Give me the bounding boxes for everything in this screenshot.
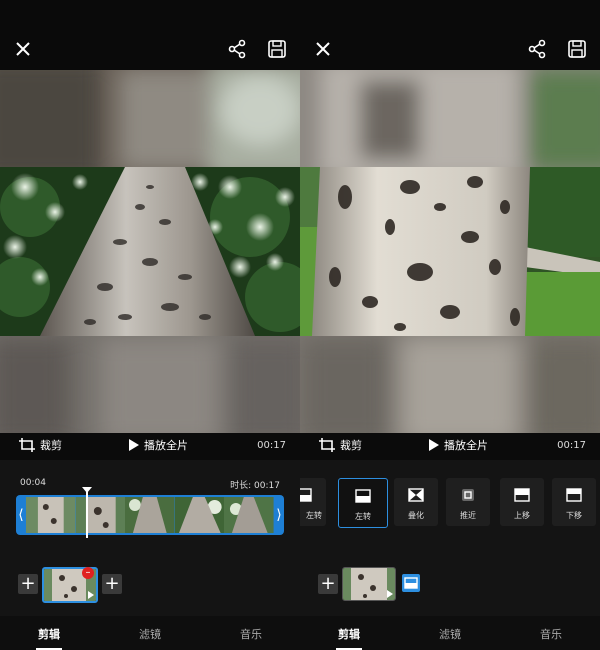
crop-label: 裁剪 bbox=[40, 439, 62, 452]
video-duration: 00:17 bbox=[257, 440, 286, 451]
transition-item[interactable]: 左转 bbox=[300, 478, 326, 526]
crop-button[interactable]: 裁剪 bbox=[18, 437, 62, 453]
preview-controls: 裁剪 播放全片 00:17 bbox=[0, 433, 300, 457]
tab-music[interactable]: 音乐 bbox=[540, 626, 562, 642]
crop-icon bbox=[19, 438, 35, 452]
play-all-label: 播放全片 bbox=[444, 439, 488, 452]
crop-icon bbox=[319, 438, 335, 452]
clip-frames bbox=[26, 497, 274, 533]
frame-thumbnail bbox=[224, 497, 274, 533]
total-duration: 时长: 00:17 bbox=[230, 481, 280, 491]
save-icon[interactable] bbox=[264, 36, 290, 62]
blurred-background-bottom bbox=[300, 336, 600, 433]
frame-thumbnail bbox=[125, 497, 175, 533]
video-preview bbox=[0, 70, 300, 433]
preview-controls: 裁剪 播放全片 00:17 bbox=[300, 433, 600, 457]
transition-item[interactable]: 推近 bbox=[446, 478, 490, 526]
transition-item[interactable]: 叠化 bbox=[394, 478, 438, 526]
blurred-background-bottom bbox=[0, 336, 300, 433]
close-icon[interactable] bbox=[310, 36, 336, 62]
slide-left-icon bbox=[355, 489, 371, 503]
transition-label: 下移 bbox=[566, 511, 582, 520]
transition-label: 左转 bbox=[355, 512, 371, 521]
close-icon[interactable] bbox=[10, 36, 36, 62]
transition-item[interactable]: 下移 bbox=[552, 478, 596, 526]
bark-closeup-photo bbox=[300, 167, 600, 336]
slide-up-icon bbox=[514, 488, 530, 502]
add-clip-button[interactable]: + bbox=[318, 574, 338, 594]
right-screen: 裁剪 播放全片 00:17 左转 左转 叠化 推近 上移 下移 + 剪辑 滤镜 … bbox=[300, 0, 600, 650]
add-clip-after-button[interactable]: + bbox=[102, 574, 122, 594]
slide-down-icon bbox=[566, 488, 582, 502]
top-bar bbox=[300, 0, 600, 70]
play-icon bbox=[429, 439, 439, 451]
video-duration: 00:17 bbox=[557, 440, 586, 451]
left-screen: 裁剪 播放全片 00:17 00:04 时长: 00:17 ⟨ ⟩ + – + … bbox=[0, 0, 300, 650]
play-icon bbox=[129, 439, 139, 451]
transition-marker-icon[interactable] bbox=[402, 574, 420, 592]
bottom-tab-bar: 剪辑 滤镜 音乐 bbox=[300, 616, 600, 650]
tab-edit[interactable]: 剪辑 bbox=[338, 626, 360, 642]
bottom-tab-bar: 剪辑 滤镜 音乐 bbox=[0, 616, 300, 650]
play-all-label: 播放全片 bbox=[144, 439, 188, 452]
clip-thumbnail[interactable] bbox=[342, 567, 396, 601]
play-all-button[interactable]: 播放全片 bbox=[128, 437, 188, 453]
blurred-background-top bbox=[300, 70, 600, 167]
dissolve-icon bbox=[408, 488, 424, 502]
tab-filter[interactable]: 滤镜 bbox=[439, 626, 461, 642]
trim-handle-right[interactable]: ⟩ bbox=[274, 495, 284, 535]
frame-thumbnail bbox=[26, 497, 76, 533]
tab-music[interactable]: 音乐 bbox=[240, 626, 262, 642]
tree-trunk-photo bbox=[0, 167, 300, 336]
crop-label: 裁剪 bbox=[340, 439, 362, 452]
transition-label: 叠化 bbox=[408, 511, 424, 520]
transition-label: 上移 bbox=[514, 511, 530, 520]
playhead[interactable] bbox=[86, 490, 88, 538]
clip-thumbnail-image bbox=[343, 568, 395, 600]
top-bar bbox=[0, 0, 300, 70]
frame-thumbnail bbox=[174, 497, 225, 533]
cut-right-icon bbox=[300, 488, 312, 502]
crop-button[interactable]: 裁剪 bbox=[318, 437, 362, 453]
trim-handle-left[interactable]: ⟨ bbox=[16, 495, 26, 535]
blurred-background-top bbox=[0, 70, 300, 167]
zoom-in-icon bbox=[462, 489, 474, 501]
play-all-button[interactable]: 播放全片 bbox=[428, 437, 488, 453]
transition-label: 推近 bbox=[460, 511, 476, 520]
share-icon[interactable] bbox=[224, 36, 250, 62]
video-preview bbox=[300, 70, 600, 433]
transition-item-selected[interactable]: 左转 bbox=[338, 478, 388, 528]
save-icon[interactable] bbox=[564, 36, 590, 62]
tab-filter[interactable]: 滤镜 bbox=[139, 626, 161, 642]
frame-thumbnail bbox=[75, 497, 126, 533]
current-time: 00:04 bbox=[20, 478, 46, 488]
transition-label: 左转 bbox=[306, 511, 322, 520]
remove-clip-icon[interactable]: – bbox=[82, 567, 94, 579]
clip-trim-strip[interactable]: ⟨ ⟩ bbox=[16, 495, 284, 535]
add-clip-before-button[interactable]: + bbox=[18, 574, 38, 594]
tab-edit[interactable]: 剪辑 bbox=[38, 626, 60, 642]
share-icon[interactable] bbox=[524, 36, 550, 62]
transition-list: 左转 左转 叠化 推近 上移 下移 bbox=[300, 478, 600, 528]
transition-item[interactable]: 上移 bbox=[500, 478, 544, 526]
